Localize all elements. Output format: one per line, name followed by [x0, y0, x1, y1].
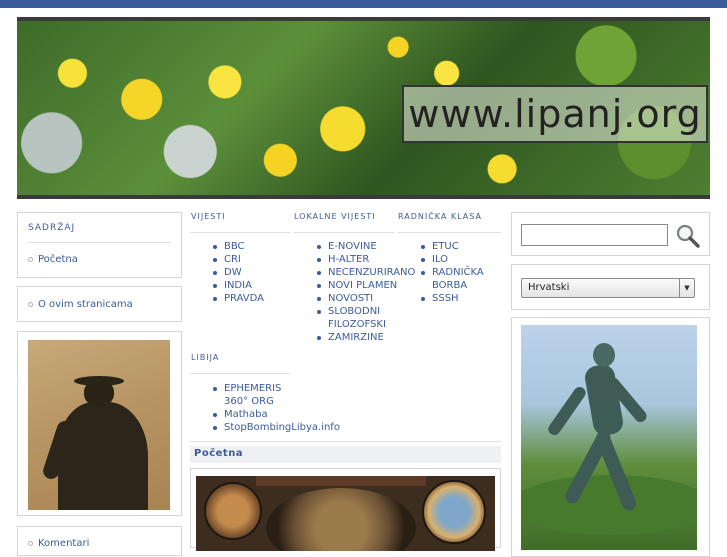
- bullet-icon: [213, 426, 217, 430]
- link-bbc[interactable]: BBC: [213, 240, 245, 253]
- bullet-icon: [213, 271, 217, 275]
- article-box: [190, 468, 501, 551]
- link-sssh[interactable]: SSSH: [421, 292, 459, 305]
- link-label: PRAVDA: [224, 293, 264, 304]
- language-select[interactable]: Hrvatski ▼: [521, 278, 695, 298]
- top-bar: [0, 0, 727, 8]
- bullet-icon: [317, 245, 321, 249]
- page-heading-bar: Početna: [190, 446, 501, 463]
- bullet-icon: [28, 302, 33, 307]
- bullet-icon: [213, 258, 217, 262]
- link-slobodni-filozofski[interactable]: SLOBODNI FILOZOFSKI: [317, 305, 395, 331]
- comments-link[interactable]: Komentari: [28, 538, 89, 549]
- link-label: BBC: [224, 241, 245, 252]
- section-title-vijesti: VIJESTI: [191, 212, 226, 221]
- search-input[interactable]: [521, 224, 668, 246]
- link-label: H-ALTER: [328, 254, 370, 265]
- link-label: NOVI PLAMEN: [328, 280, 398, 291]
- link-label: NECENZURIRANO: [328, 267, 416, 278]
- link-india[interactable]: INDIA: [213, 279, 252, 292]
- search-icon[interactable]: [675, 223, 701, 249]
- link-label: ILO: [432, 254, 449, 265]
- menu-title: SADRŽAJ: [28, 223, 76, 233]
- section-title-libija: LIBIJA: [191, 353, 220, 362]
- link-label: CRI: [224, 254, 241, 265]
- link-label: Mathaba: [224, 409, 268, 420]
- section-divider: [294, 232, 394, 233]
- menu-item-label: Početna: [38, 254, 78, 265]
- bullet-icon: [317, 336, 321, 340]
- link-h-alter[interactable]: H-ALTER: [317, 253, 369, 266]
- menu-divider: [28, 242, 171, 243]
- section-divider: [398, 232, 501, 233]
- statue-photo: [521, 325, 697, 550]
- link-label: SSSH: [432, 293, 459, 304]
- bullet-icon: [213, 284, 217, 288]
- about-box: O ovim stranicama: [17, 286, 182, 322]
- link-label: SLOBODNI FILOZOFSKI: [328, 306, 386, 330]
- section-divider: [190, 232, 290, 233]
- bullet-icon: [317, 271, 321, 275]
- link-label: NOVOSTI: [328, 293, 374, 304]
- bullet-icon: [28, 541, 33, 546]
- link-pravda[interactable]: PRAVDA: [213, 292, 264, 305]
- bullet-icon: [421, 297, 425, 301]
- link-ephemeris[interactable]: EPHEMERIS 360° ORG: [213, 382, 293, 408]
- bullet-icon: [213, 413, 217, 417]
- link-radnicka-borba[interactable]: RADNIČKA BORBA: [421, 266, 489, 292]
- chevron-down-icon: ▼: [679, 279, 694, 297]
- comments-box: Komentari: [17, 526, 182, 556]
- section-title-lokalne-vijesti: LOKALNE VIJESTI: [294, 212, 376, 221]
- menu-item-pocetna[interactable]: Početna: [28, 254, 78, 265]
- about-link[interactable]: O ovim stranicama: [28, 299, 133, 310]
- bullet-icon: [317, 297, 321, 301]
- site-logo-text: www.lipanj.org: [408, 92, 702, 136]
- language-select-value: Hrvatski: [528, 282, 570, 293]
- bullet-icon: [317, 284, 321, 288]
- shadow-photo: [28, 340, 170, 510]
- link-stopbombinglibya[interactable]: StopBombingLibya.info: [213, 421, 340, 434]
- content-divider: [190, 441, 501, 442]
- link-label: E-NOVINE: [328, 241, 377, 252]
- link-ilo[interactable]: ILO: [421, 253, 448, 266]
- link-etuc[interactable]: ETUC: [421, 240, 459, 253]
- bullet-icon: [213, 297, 217, 301]
- about-link-label: O ovim stranicama: [38, 299, 133, 310]
- link-novi-plamen[interactable]: NOVI PLAMEN: [317, 279, 397, 292]
- link-necenzurirano[interactable]: NECENZURIRANO: [317, 266, 415, 279]
- link-label: ZAMIRZINE: [328, 332, 384, 343]
- link-zamirzine[interactable]: ZAMIRZINE: [317, 331, 384, 344]
- comments-link-label: Komentari: [38, 538, 90, 549]
- link-label: StopBombingLibya.info: [224, 422, 340, 433]
- article-image[interactable]: [196, 476, 495, 551]
- menu-box: SADRŽAJ Početna: [17, 212, 182, 278]
- link-cri[interactable]: CRI: [213, 253, 241, 266]
- link-e-novine[interactable]: E-NOVINE: [317, 240, 377, 253]
- header-banner: www.lipanj.org: [17, 17, 710, 199]
- link-label: ETUC: [432, 241, 459, 252]
- bullet-icon: [421, 271, 425, 275]
- bullet-icon: [421, 245, 425, 249]
- link-label: EPHEMERIS 360° ORG: [224, 383, 282, 407]
- page-title: Početna: [194, 448, 244, 459]
- bullet-icon: [213, 245, 217, 249]
- link-mathaba[interactable]: Mathaba: [213, 408, 268, 421]
- bullet-icon: [317, 310, 321, 314]
- section-divider: [190, 373, 290, 374]
- site-logo[interactable]: www.lipanj.org: [402, 85, 708, 143]
- bullet-icon: [317, 258, 321, 262]
- link-dw[interactable]: DW: [213, 266, 242, 279]
- link-label: INDIA: [224, 280, 252, 291]
- photo-box: [17, 331, 182, 516]
- link-label: DW: [224, 267, 242, 278]
- bullet-icon: [213, 387, 217, 391]
- link-label: RADNIČKA BORBA: [432, 267, 484, 291]
- bullet-icon: [421, 258, 425, 262]
- link-novosti[interactable]: NOVOSTI: [317, 292, 373, 305]
- section-title-radnicka-klasa: RADNIČKA KLASA: [398, 212, 482, 221]
- bullet-icon: [28, 257, 33, 262]
